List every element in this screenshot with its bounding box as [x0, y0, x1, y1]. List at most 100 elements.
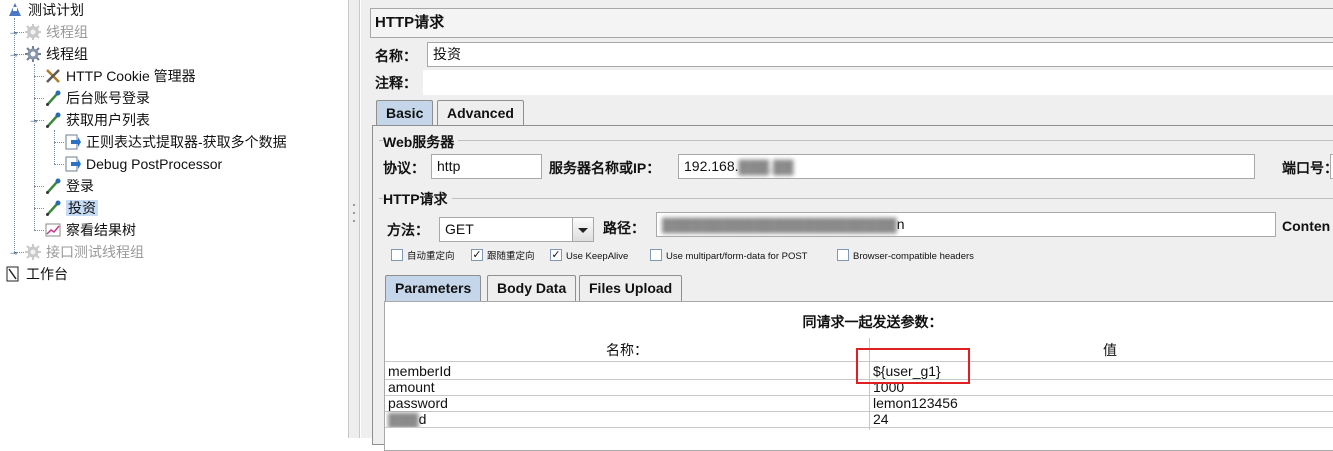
- tree-item-http-cookie-manager[interactable]: HTTP Cookie 管理器: [44, 66, 196, 86]
- tree-item-workbench[interactable]: 工作台: [4, 264, 68, 284]
- name-label: 名称：: [375, 48, 417, 64]
- tree-item-label: 后台账号登录: [66, 90, 150, 106]
- param-value-cell[interactable]: 24: [871, 411, 1333, 427]
- checkbox-box: [650, 249, 662, 262]
- tree-item-admin-login[interactable]: 后台账号登录: [44, 88, 150, 108]
- checkmark-icon: ✓: [471, 249, 483, 262]
- tree-item-label: 登录: [66, 178, 94, 194]
- tree-item-label: Debug PostProcessor: [86, 156, 223, 172]
- comment-label: 注释：: [375, 75, 417, 91]
- server-name-label: 服务器名称或IP：: [549, 160, 661, 176]
- tree-item-label: 线程组: [46, 46, 88, 62]
- sampler-pipette-icon: [44, 89, 62, 107]
- use-keepalive-checkbox[interactable]: ✓ Use KeepAlive: [550, 249, 629, 264]
- checkbox-label: Use KeepAlive: [566, 251, 629, 262]
- thread-group-gear-icon: [24, 23, 42, 41]
- sampler-pipette-icon: [44, 111, 62, 129]
- parameters-panel: 同请求一起发送参数： 名称： 值 memberId ${user_g1} amo…: [384, 301, 1333, 451]
- protocol-label: 协议：: [383, 160, 425, 176]
- test-plan-icon: [6, 1, 24, 19]
- post-processor-arrow-icon: [64, 133, 82, 151]
- param-name-cell[interactable]: ▓▓▓d: [386, 411, 866, 427]
- tree-item-regex-extractor[interactable]: 正则表达式提取器-获取多个数据: [64, 132, 287, 152]
- port-label: 端口号：: [1282, 160, 1333, 176]
- tree-item-label: 测试计划: [28, 2, 84, 18]
- method-label: 方法：: [387, 222, 429, 238]
- path-text: n: [896, 216, 905, 232]
- checkmark-icon: ✓: [550, 249, 562, 262]
- expand-toggle-icon[interactable]: ⊸: [30, 117, 38, 126]
- tab-advanced[interactable]: Advanced: [437, 100, 524, 126]
- tree-item-label: 投资: [66, 200, 98, 216]
- param-value-cell[interactable]: lemon123456: [871, 395, 1333, 411]
- follow-redirects-checkbox[interactable]: ✓ 跟随重定向: [471, 249, 535, 264]
- param-name-cell[interactable]: memberId: [386, 363, 866, 379]
- panel-title: HTTP请求: [370, 8, 1333, 38]
- http-request-panel: HTTP请求 名称： 投资 注释： Basic Advanced Web服务器 …: [361, 0, 1333, 451]
- tab-basic[interactable]: Basic: [376, 100, 434, 126]
- method-dropdown-button[interactable]: [572, 217, 594, 242]
- collapse-toggle-icon[interactable]: ⊸: [10, 29, 18, 38]
- tree-item-label: 察看结果树: [66, 222, 136, 238]
- tree-item-label: 接口测试线程组: [46, 244, 144, 260]
- server-ip-text: 192.168.: [684, 158, 739, 174]
- param-name-text: d: [418, 411, 427, 427]
- tree-item-thread-group-disabled[interactable]: 线程组: [24, 22, 88, 42]
- workbench-icon: [4, 265, 22, 283]
- content-encoding-label: Conten: [1282, 218, 1331, 234]
- column-header-name[interactable]: 名称：: [385, 338, 869, 362]
- annotation-highlight-box: [856, 348, 970, 384]
- checkbox-label: 自动重定向: [407, 251, 455, 262]
- tree-item-api-test-thread-group[interactable]: 接口测试线程组: [24, 242, 144, 262]
- tree-item-debug-postprocessor[interactable]: Debug PostProcessor: [64, 154, 222, 174]
- name-field[interactable]: 投资: [427, 42, 1333, 67]
- method-select[interactable]: GET: [439, 217, 575, 242]
- checkbox-label: 跟随重定向: [487, 251, 535, 262]
- tree-item-label: 正则表达式提取器-获取多个数据: [86, 134, 287, 150]
- tree-item-thread-group[interactable]: 线程组: [24, 44, 88, 64]
- tree-item-test-plan[interactable]: 测试计划: [6, 0, 84, 20]
- param-name-cell[interactable]: password: [386, 395, 866, 411]
- checkbox-label: Use multipart/form-data for POST: [666, 251, 808, 262]
- tree-item-invest[interactable]: 投资: [44, 198, 98, 218]
- server-name-field[interactable]: 192.168.▓▓▓.▓▓: [678, 154, 1255, 179]
- collapse-toggle-icon[interactable]: ⊸: [10, 249, 18, 258]
- parameters-caption: 同请求一起发送参数：: [802, 314, 943, 330]
- listener-chart-icon: [44, 221, 62, 239]
- thread-group-gear-icon: [24, 243, 42, 261]
- tree-item-get-user-list[interactable]: 获取用户列表: [44, 110, 150, 130]
- web-server-group-title: Web服务器: [383, 132, 459, 152]
- tree-item-label: 工作台: [26, 266, 68, 282]
- tab-body-data[interactable]: Body Data: [487, 275, 577, 301]
- config-tools-icon: [44, 67, 62, 85]
- auto-redirect-checkbox[interactable]: 自动重定向: [391, 249, 455, 264]
- tree-item-view-results-tree[interactable]: 察看结果树: [44, 220, 136, 240]
- sampler-pipette-icon: [44, 199, 62, 217]
- checkbox-box: [837, 249, 849, 262]
- browser-compatible-checkbox[interactable]: Browser-compatible headers: [837, 249, 974, 264]
- path-field[interactable]: ▓▓▓▓▓▓▓▓▓▓▓▓▓▓▓▓▓▓▓▓▓▓▓n: [656, 212, 1276, 237]
- thread-group-gear-icon: [24, 45, 42, 63]
- multipart-checkbox[interactable]: Use multipart/form-data for POST: [650, 249, 808, 264]
- basic-tab-content: Web服务器 协议： http 服务器名称或IP： 192.168.▓▓▓.▓▓…: [372, 125, 1333, 451]
- tab-files-upload[interactable]: Files Upload: [579, 275, 683, 301]
- path-label: 路径：: [603, 220, 645, 236]
- tree-item-label: 获取用户列表: [66, 112, 150, 128]
- pane-splitter[interactable]: [348, 0, 360, 438]
- http-request-group-title: HTTP请求: [383, 189, 452, 209]
- post-processor-arrow-icon: [64, 155, 82, 173]
- chevron-down-icon: [578, 228, 588, 233]
- redacted-text: ▓▓▓.▓▓: [738, 158, 794, 174]
- tree-item-label: 线程组: [46, 24, 88, 40]
- tree-item-login[interactable]: 登录: [44, 176, 94, 196]
- param-name-cell[interactable]: amount: [386, 379, 866, 395]
- redacted-text: ▓▓▓▓▓▓▓▓▓▓▓▓▓▓▓▓▓▓▓▓▓▓▓: [662, 216, 897, 232]
- tab-parameters[interactable]: Parameters: [385, 275, 482, 301]
- tree-item-label: HTTP Cookie 管理器: [66, 68, 196, 84]
- comment-field[interactable]: [423, 70, 1333, 95]
- protocol-field[interactable]: http: [431, 154, 542, 179]
- test-plan-tree[interactable]: ⊸ ⊸ ⊸ ⊸ 测试计划 线程组 线程组 HTTP Cookie 管理器 后台账…: [0, 0, 348, 438]
- redacted-text: ▓▓▓: [388, 411, 419, 427]
- sampler-pipette-icon: [44, 177, 62, 195]
- expand-toggle-icon[interactable]: ⊸: [10, 51, 18, 60]
